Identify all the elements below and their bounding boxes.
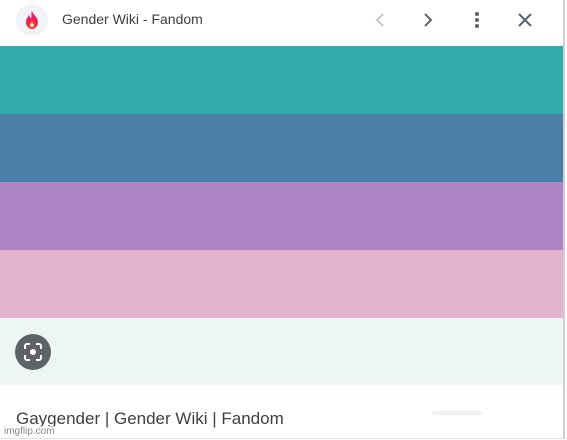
flag-stripe-teal	[0, 46, 563, 114]
imgflip-watermark: imgflip.com	[2, 426, 57, 438]
lens-icon	[24, 343, 42, 361]
more-vert-icon	[475, 12, 479, 28]
close-button[interactable]	[511, 6, 539, 34]
flag-stripe-blue	[0, 114, 563, 182]
previous-button[interactable]	[366, 6, 394, 34]
site-favicon[interactable]	[16, 4, 48, 36]
next-button[interactable]	[414, 6, 442, 34]
faded-text-fragment	[432, 411, 482, 415]
visual-search-button[interactable]	[15, 334, 51, 370]
flag-stripe-pink	[0, 250, 563, 318]
fandom-flame-icon	[26, 11, 38, 29]
more-options-button[interactable]	[463, 6, 491, 34]
viewer-header: Gender Wiki - Fandom	[0, 0, 563, 46]
chevron-right-icon	[424, 13, 433, 27]
preview-footer	[0, 318, 563, 385]
chevron-left-icon	[375, 13, 384, 27]
preview-image[interactable]	[0, 46, 563, 318]
close-icon	[518, 13, 532, 27]
flag-stripe-purple	[0, 182, 563, 250]
site-title[interactable]: Gender Wiki - Fandom	[62, 11, 203, 27]
image-viewer-panel: Gender Wiki - Fandom Gaygender | Gender …	[0, 0, 565, 439]
